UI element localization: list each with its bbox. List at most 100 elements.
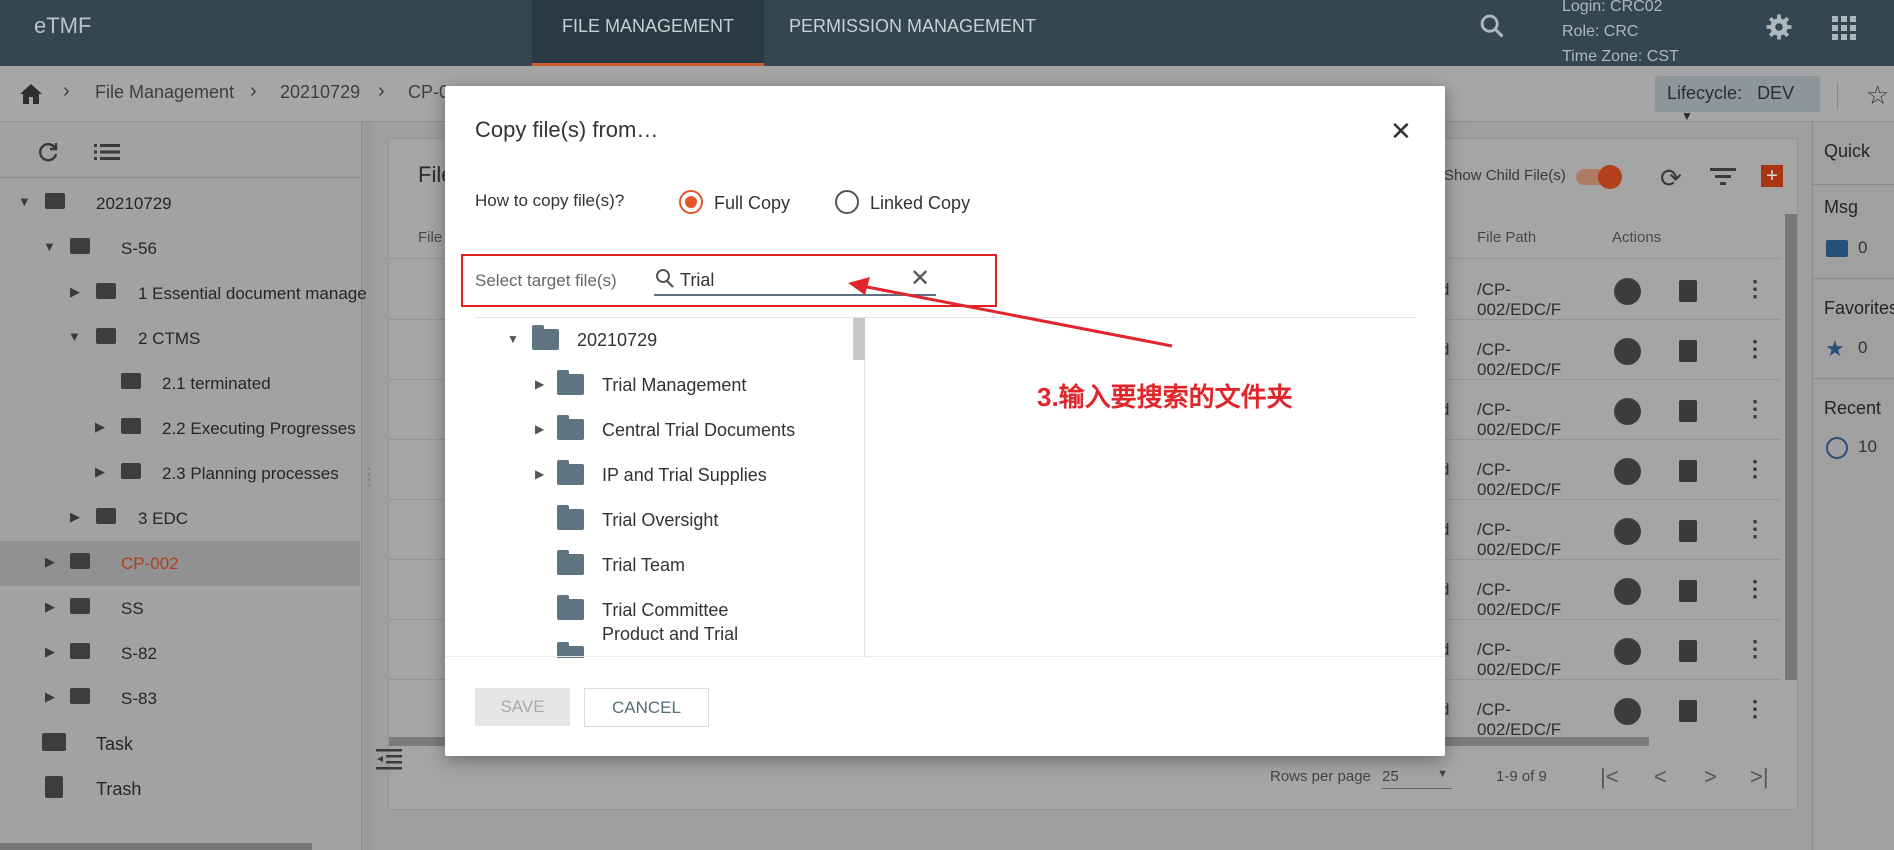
caret-right-icon[interactable]: ▶: [45, 644, 55, 660]
table-scrollbar[interactable]: [1785, 214, 1797, 680]
download-circle-icon[interactable]: [1614, 458, 1641, 485]
sidebar-tree-item-essential[interactable]: ▶ 1 Essential document manage: [0, 271, 367, 316]
search-icon[interactable]: [1478, 12, 1506, 45]
add-file-button[interactable]: +: [1761, 165, 1783, 187]
more-vert-icon[interactable]: ⋮: [1744, 276, 1766, 302]
delete-icon[interactable]: [1679, 520, 1697, 542]
mail-icon[interactable]: [1826, 240, 1848, 257]
gear-icon[interactable]: [1764, 12, 1794, 47]
caret-down-icon[interactable]: ▼: [68, 329, 81, 344]
sidebar-tree-item-edc[interactable]: ▶ 3 EDC: [0, 496, 360, 541]
caret-right-icon[interactable]: ▶: [535, 422, 544, 436]
collapse-panel-icon[interactable]: [376, 748, 402, 775]
home-icon[interactable]: [19, 83, 43, 110]
download-circle-icon[interactable]: [1614, 578, 1641, 605]
column-header-file-path[interactable]: File Path: [1477, 229, 1536, 246]
rows-per-page-select[interactable]: 25 ▼: [1382, 768, 1452, 789]
delete-icon[interactable]: [1679, 580, 1697, 602]
sidebar-tree-item-executing[interactable]: ▶ 2.2 Executing Progresses: [0, 406, 360, 451]
download-circle-icon[interactable]: [1614, 278, 1641, 305]
apps-grid-icon[interactable]: [1832, 16, 1856, 45]
list-view-icon[interactable]: [94, 143, 120, 166]
caret-right-icon[interactable]: ▶: [70, 509, 80, 525]
more-vert-icon[interactable]: ⋮: [1744, 396, 1766, 422]
more-vert-icon[interactable]: ⋮: [1744, 516, 1766, 542]
sidebar-tree-item-cp-002[interactable]: ▶ CP-002: [0, 541, 360, 586]
sidebar-tree-item-planning[interactable]: ▶ 2.3 Planning processes: [0, 451, 360, 496]
close-icon[interactable]: ✕: [1390, 116, 1412, 147]
last-page-icon[interactable]: >|: [1750, 764, 1769, 790]
trash-label: Trash: [96, 779, 142, 799]
cancel-button[interactable]: CANCEL: [584, 688, 709, 727]
star-outline-icon[interactable]: ☆: [1866, 80, 1889, 111]
linked-copy-label[interactable]: Linked Copy: [870, 193, 970, 214]
sidebar-tree-item-20210729[interactable]: ▼ 20210729: [0, 181, 360, 226]
sidebar-trash[interactable]: Trash: [0, 766, 360, 811]
filter-icon[interactable]: [1710, 166, 1736, 191]
more-vert-icon[interactable]: ⋮: [1744, 336, 1766, 362]
save-button[interactable]: SAVE: [475, 688, 570, 726]
sidebar-tree-item-s-82[interactable]: ▶ S-82: [0, 631, 360, 676]
cell-file-path: /CP-002/EDC/F: [1477, 340, 1562, 379]
sidebar-tree-item-s-56[interactable]: ▼ S-56: [0, 226, 360, 271]
delete-icon[interactable]: [1679, 640, 1697, 662]
sidebar-tree-item-ctms[interactable]: ▼ 2 CTMS: [0, 316, 360, 361]
download-circle-icon[interactable]: [1614, 398, 1641, 425]
sidebar-tree-item-terminated[interactable]: 2.1 terminated: [0, 361, 360, 406]
breadcrumb-file-management[interactable]: File Management: [95, 82, 234, 103]
caret-right-icon[interactable]: ▶: [70, 284, 80, 300]
delete-icon[interactable]: [1679, 460, 1697, 482]
sidebar-tree-item-s-83[interactable]: ▶ S-83: [0, 676, 360, 721]
tab-permission-management[interactable]: PERMISSION MANAGEMENT: [759, 0, 1066, 66]
app-brand[interactable]: eTMF: [34, 13, 91, 39]
folder-tree-pane[interactable]: ▼ 20210729 ▶ Trial Management ▶ Central …: [475, 318, 865, 658]
more-vert-icon[interactable]: ⋮: [1744, 636, 1766, 662]
caret-right-icon[interactable]: ▶: [535, 467, 544, 481]
more-vert-icon[interactable]: ⋮: [1744, 456, 1766, 482]
sidebar-task[interactable]: Task: [0, 721, 360, 766]
caret-right-icon[interactable]: ▶: [95, 464, 105, 480]
refresh-icon[interactable]: [36, 140, 60, 169]
prev-page-icon[interactable]: <: [1654, 764, 1667, 790]
caret-down-icon[interactable]: ▼: [43, 239, 56, 254]
breadcrumb-20210729[interactable]: 20210729: [280, 82, 360, 103]
delete-icon[interactable]: [1679, 400, 1697, 422]
divider: [1812, 278, 1894, 279]
delete-icon[interactable]: [1679, 280, 1697, 302]
sync-icon[interactable]: ⟳: [1660, 163, 1682, 194]
caret-right-icon[interactable]: ▶: [535, 377, 544, 391]
delete-icon[interactable]: [1679, 700, 1697, 722]
caret-right-icon[interactable]: ▶: [45, 599, 55, 615]
download-circle-icon[interactable]: [1614, 338, 1641, 365]
caret-right-icon[interactable]: ▶: [95, 419, 105, 435]
clock-icon[interactable]: [1826, 437, 1848, 459]
next-page-icon[interactable]: >: [1704, 764, 1717, 790]
pager-range: 1-9 of 9: [1496, 768, 1547, 785]
lifecycle-select[interactable]: Lifecycle: DEV ▼: [1655, 76, 1820, 123]
breadcrumb-cp[interactable]: CP-0: [408, 82, 449, 103]
caret-down-icon[interactable]: ▼: [507, 332, 519, 346]
sidebar-scrollbar[interactable]: [0, 843, 312, 850]
tab-file-management[interactable]: FILE MANAGEMENT: [532, 0, 765, 66]
cell-file-path: /CP-002/EDC/F: [1477, 400, 1562, 439]
download-circle-icon[interactable]: [1614, 638, 1641, 665]
full-copy-label[interactable]: Full Copy: [714, 193, 790, 214]
chevron-right-icon: ›: [250, 80, 257, 102]
folder-icon: [557, 415, 584, 440]
caret-down-icon[interactable]: ▼: [18, 194, 31, 209]
sidebar-tree-item-ss[interactable]: ▶ SS: [0, 586, 360, 631]
caret-right-icon[interactable]: ▶: [45, 554, 55, 570]
caret-right-icon[interactable]: ▶: [45, 689, 55, 705]
linked-copy-radio[interactable]: [835, 190, 859, 214]
first-page-icon[interactable]: |<: [1600, 764, 1619, 790]
more-vert-icon[interactable]: ⋮: [1744, 696, 1766, 722]
delete-icon[interactable]: [1679, 340, 1697, 362]
folder-person-icon: [70, 553, 90, 569]
download-circle-icon[interactable]: [1614, 698, 1641, 725]
full-copy-radio[interactable]: [679, 190, 703, 214]
star-icon[interactable]: ★: [1825, 336, 1845, 362]
more-vert-icon[interactable]: ⋮: [1744, 576, 1766, 602]
column-header-file[interactable]: File: [418, 229, 442, 246]
download-circle-icon[interactable]: [1614, 518, 1641, 545]
show-child-toggle[interactable]: [1576, 165, 1622, 189]
